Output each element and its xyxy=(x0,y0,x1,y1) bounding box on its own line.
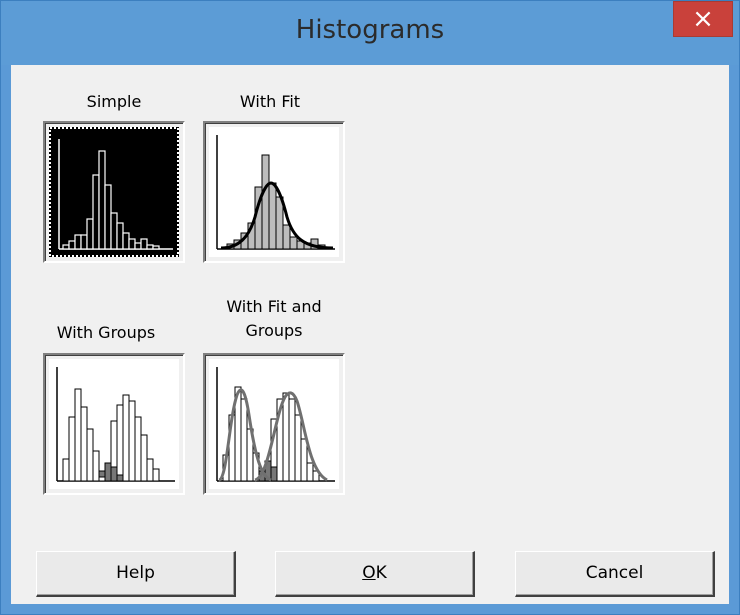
ok-button[interactable]: OK xyxy=(275,551,475,597)
with-groups-option[interactable] xyxy=(43,353,185,495)
ok-mnemonic: O xyxy=(362,563,376,583)
window-title: Histograms xyxy=(295,15,445,45)
histogram-simple-icon xyxy=(49,127,179,257)
histogram-fit-icon xyxy=(209,127,339,257)
dialog-window: Histograms × Simple With Fit With Groups… xyxy=(0,0,740,615)
close-icon: × xyxy=(692,4,714,34)
simple-option[interactable] xyxy=(43,121,185,263)
with-fit-and-groups-label-line2: Groups xyxy=(245,321,303,340)
title-bar[interactable]: Histograms × xyxy=(1,1,739,65)
close-button[interactable]: × xyxy=(673,1,733,37)
with-fit-and-groups-label-line1: With Fit and xyxy=(226,297,322,316)
histogram-fit-groups-icon xyxy=(209,359,339,489)
cancel-button[interactable]: Cancel xyxy=(515,551,715,597)
with-groups-label: With Groups xyxy=(56,323,156,342)
with-fit-option[interactable] xyxy=(203,121,345,263)
simple-label: Simple xyxy=(86,92,142,111)
histogram-groups-icon xyxy=(49,359,179,489)
help-button[interactable]: Help xyxy=(36,551,236,597)
with-fit-and-groups-option[interactable] xyxy=(203,353,345,495)
with-fit-label: With Fit xyxy=(239,92,301,111)
dialog-body: Simple With Fit With Groups With Fit and… xyxy=(11,65,729,604)
ok-label-rest: K xyxy=(375,563,387,583)
